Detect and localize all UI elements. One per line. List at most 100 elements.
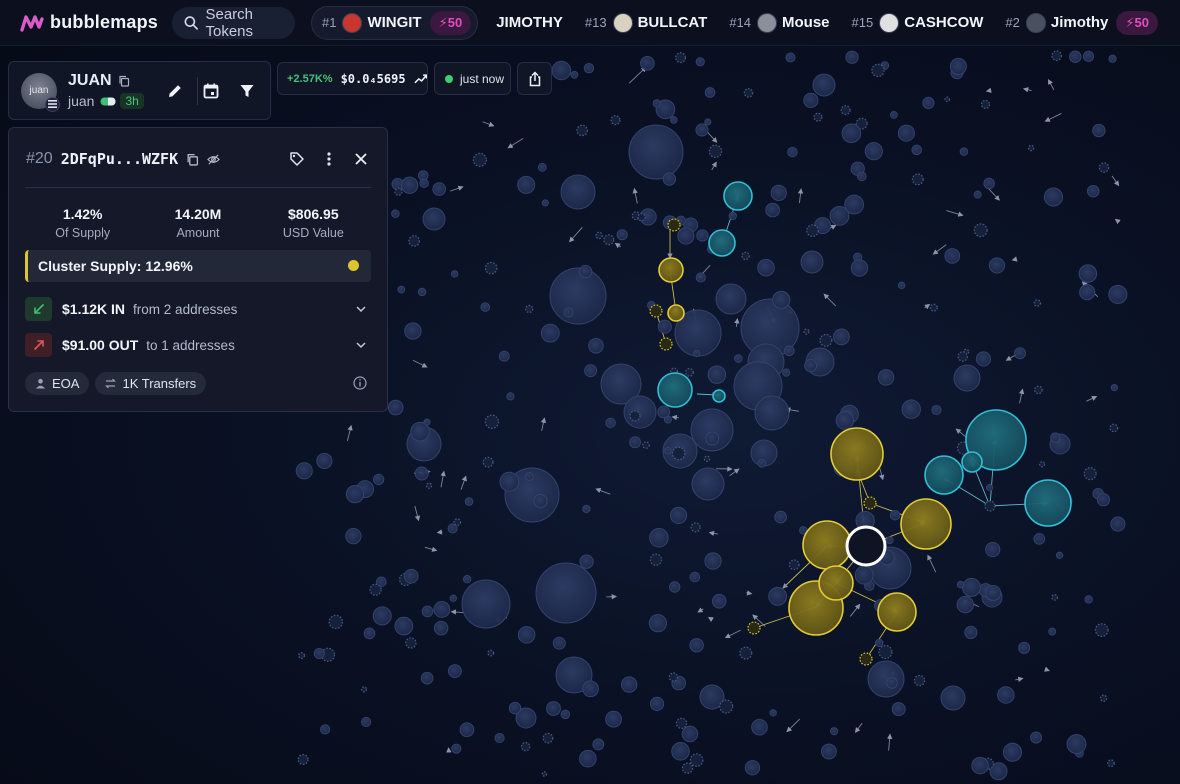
cluster-bubble[interactable]	[924, 455, 964, 495]
holder-bubble[interactable]	[757, 258, 775, 277]
contract-bubble[interactable]	[1099, 694, 1108, 703]
contract-bubble[interactable]	[1094, 623, 1109, 637]
contract-bubble[interactable]	[668, 672, 679, 682]
holder-bubble[interactable]	[494, 733, 505, 744]
holder-bubble[interactable]	[588, 337, 604, 354]
holder-bubble[interactable]	[707, 365, 727, 384]
chevron-down-icon[interactable]	[355, 303, 367, 315]
contract-bubble[interactable]	[1107, 759, 1115, 768]
contract-bubble[interactable]	[788, 559, 800, 571]
contract-bubble[interactable]	[520, 741, 531, 752]
holder-bubble[interactable]	[922, 96, 935, 110]
holder-bubble[interactable]	[508, 701, 522, 715]
cluster-bubble[interactable]	[657, 372, 693, 408]
contract-bubble[interactable]	[863, 496, 877, 510]
holder-bubble[interactable]	[640, 56, 655, 71]
cluster-bubble[interactable]	[712, 389, 726, 403]
holder-bubble[interactable]	[295, 462, 313, 480]
contract-bubble[interactable]	[929, 303, 938, 312]
contract-bubble[interactable]	[739, 646, 753, 660]
holder-bubble[interactable]	[629, 436, 641, 449]
boost-badge[interactable]: ⚡ 50	[429, 10, 472, 35]
holder-bubble[interactable]	[583, 62, 595, 74]
holder-bubble[interactable]	[695, 123, 709, 137]
holder-bubble[interactable]	[506, 392, 515, 401]
holder-bubble[interactable]	[765, 202, 780, 218]
holder-bubble[interactable]	[582, 504, 591, 514]
holder-bubble[interactable]	[420, 671, 434, 685]
holder-bubble[interactable]	[1092, 123, 1106, 138]
holder-bubble[interactable]	[961, 577, 981, 597]
holder-bubble[interactable]	[704, 118, 712, 126]
contract-bubble[interactable]	[685, 367, 694, 377]
contract-bubble[interactable]	[1098, 162, 1110, 173]
contract-bubble[interactable]	[595, 231, 603, 240]
holder-bubble[interactable]	[549, 267, 607, 325]
holder-bubble[interactable]	[517, 175, 536, 194]
holder-bubble[interactable]	[657, 319, 672, 334]
holder-bubble[interactable]	[560, 174, 596, 210]
holder-bubble[interactable]	[450, 270, 459, 278]
holder-bubble[interactable]	[695, 57, 705, 67]
holder-bubble[interactable]	[552, 636, 566, 650]
contract-bubble[interactable]	[405, 637, 417, 649]
holder-bubble[interactable]	[997, 686, 1015, 704]
holder-bubble[interactable]	[535, 562, 597, 624]
holder-bubble[interactable]	[1087, 184, 1100, 198]
contract-bubble[interactable]	[472, 152, 488, 167]
holder-bubble[interactable]	[391, 209, 400, 218]
contract-bubble[interactable]	[878, 644, 893, 660]
holder-bubble[interactable]	[841, 123, 862, 144]
live-status-chip[interactable]: just now	[434, 62, 511, 95]
contract-bubble[interactable]	[642, 441, 650, 449]
holder-bubble[interactable]	[463, 575, 472, 584]
more-options-icon[interactable]	[321, 151, 337, 167]
search-input[interactable]: Search Tokens	[172, 6, 295, 40]
holder-bubble[interactable]	[449, 594, 457, 602]
logo[interactable]: bubblemaps	[20, 12, 158, 33]
trending-token-bullcat[interactable]: #13 BULLCAT	[585, 6, 707, 40]
holder-bubble[interactable]	[744, 760, 761, 776]
cluster-bubble[interactable]	[802, 520, 852, 570]
trending-token-jimothy[interactable]: JIMOTHY	[496, 6, 563, 40]
trending-token-cashcow[interactable]: #15 CASHCOW	[852, 6, 983, 40]
holder-bubble[interactable]	[464, 497, 474, 506]
holder-bubble[interactable]	[480, 302, 491, 312]
holder-bubble[interactable]	[669, 116, 678, 124]
holder-bubble[interactable]	[867, 660, 905, 698]
holder-bubble[interactable]	[783, 345, 795, 357]
holder-bubble[interactable]	[988, 257, 1006, 274]
contract-bubble[interactable]	[487, 649, 495, 657]
holder-bubble[interactable]	[681, 725, 699, 743]
holder-bubble[interactable]	[1108, 284, 1128, 304]
contract-bubble[interactable]	[525, 304, 534, 314]
holder-bubble[interactable]	[461, 579, 511, 629]
holder-bubble[interactable]	[985, 483, 994, 492]
holder-bubble[interactable]	[404, 322, 422, 340]
holder-bubble[interactable]	[751, 718, 768, 736]
holder-bubble[interactable]	[953, 364, 981, 392]
contract-bubble[interactable]	[603, 234, 615, 246]
holder-bubble[interactable]	[1069, 50, 1082, 63]
holder-bubble[interactable]	[533, 493, 548, 509]
contract-bubble[interactable]	[1051, 593, 1058, 601]
contract-bubble[interactable]	[629, 410, 641, 422]
cluster-bubble[interactable]	[900, 498, 952, 550]
holder-bubble[interactable]	[1048, 627, 1057, 636]
holder-bubble[interactable]	[410, 421, 430, 442]
holder-bubble[interactable]	[897, 281, 906, 290]
cluster-bubble[interactable]	[877, 592, 917, 632]
contract-bubble[interactable]	[689, 753, 704, 767]
holder-bubble[interactable]	[1108, 54, 1117, 63]
holder-bubble[interactable]	[525, 472, 534, 481]
holder-bubble[interactable]	[313, 647, 325, 659]
holder-bubble[interactable]	[891, 702, 906, 717]
holder-bubble[interactable]	[417, 287, 427, 297]
holder-bubble[interactable]	[320, 724, 331, 735]
cluster-bubble[interactable]	[961, 451, 983, 473]
holder-bubble[interactable]	[850, 259, 869, 277]
copy-icon[interactable]	[118, 75, 130, 87]
holder-bubble[interactable]	[820, 743, 837, 760]
holder-bubble[interactable]	[628, 124, 684, 180]
holder-bubble[interactable]	[373, 473, 385, 486]
